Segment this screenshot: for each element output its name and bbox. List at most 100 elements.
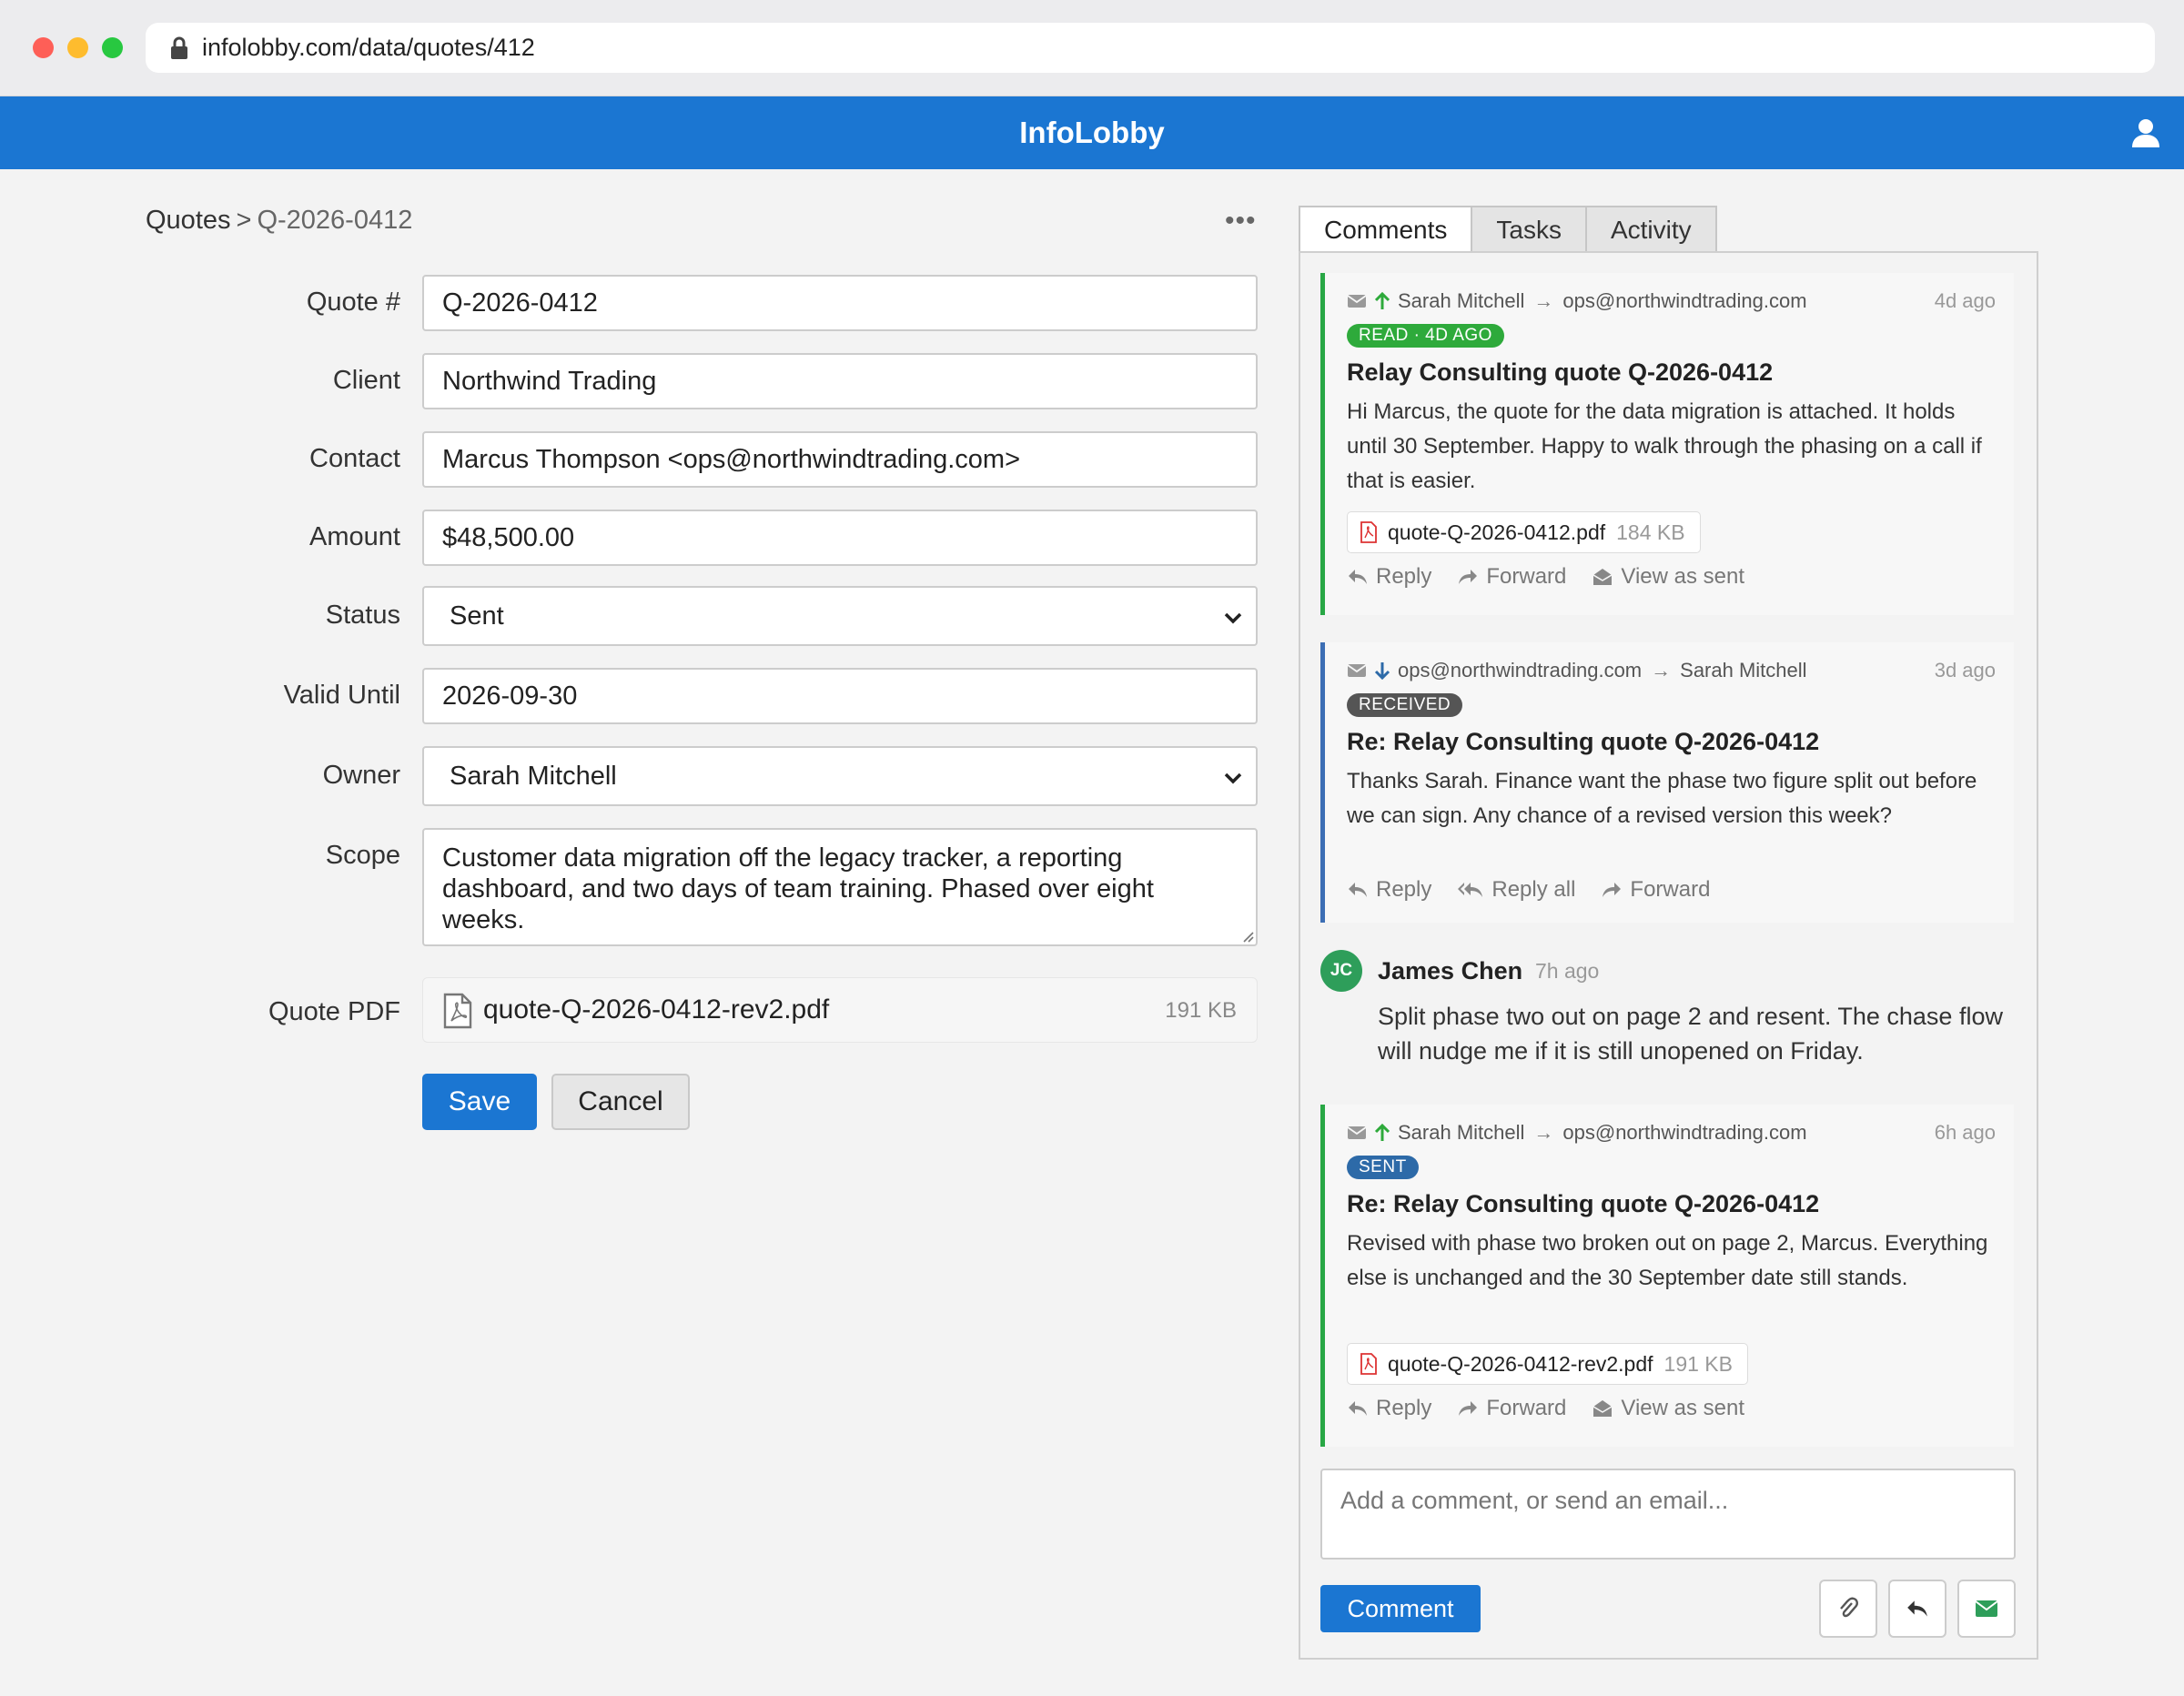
contact-row: Contact Marcus Thompson <ops@northwindtr… — [146, 431, 1258, 488]
app-title: InfoLobby — [1019, 116, 1165, 149]
email-attachment[interactable]: quote-Q-2026-0412.pdf 184 KB — [1347, 511, 1701, 553]
email-body: Thanks Sarah. Finance want the phase two… — [1347, 769, 1977, 828]
envelope-icon — [1347, 295, 1367, 308]
breadcrumb: Quotes > Q-2026-0412 — [146, 206, 412, 236]
email-card: ops@northwindtrading.com → Sarah Mitchel… — [1320, 642, 2014, 923]
email-from: ops@northwindtrading.com — [1398, 659, 1643, 681]
owner-select[interactable]: Sarah Mitchell — [422, 746, 1258, 806]
arrow-right-icon: → — [1533, 289, 1554, 312]
client-input[interactable]: Northwind Trading — [422, 353, 1258, 409]
scope-label: Scope — [325, 841, 400, 870]
reply-button[interactable]: Reply — [1347, 1396, 1431, 1421]
valid-until-label: Valid Until — [283, 681, 400, 710]
window-close-button[interactable] — [33, 37, 54, 58]
view-as-sent-button[interactable]: View as sent — [1592, 1396, 1744, 1421]
user-icon[interactable] — [2129, 116, 2162, 149]
reply-button[interactable]: Reply — [1347, 564, 1431, 590]
view-as-sent-button[interactable]: View as sent — [1592, 564, 1744, 590]
quote-pdf-label: Quote PDF — [268, 997, 400, 1026]
breadcrumb-separator: > — [236, 206, 252, 235]
quote-number-input[interactable]: Q-2026-0412 — [422, 275, 1258, 331]
paperclip-icon — [1840, 1597, 1858, 1618]
resize-grip-icon[interactable] — [1239, 928, 1254, 943]
amount-input[interactable]: $48,500.00 — [422, 510, 1258, 566]
app-header: InfoLobby — [0, 96, 2184, 169]
email-from: Sarah Mitchell — [1398, 289, 1525, 312]
tab-comments[interactable]: Comments — [1299, 206, 1473, 255]
owner-row: Owner Sarah Mitchell — [146, 746, 1258, 806]
page-content: Quotes > Q-2026-0412 ••• Quote # Q-2026-04… — [0, 169, 2184, 1696]
chevron-down-icon — [1224, 772, 1242, 784]
forward-button[interactable]: Forward — [1457, 1396, 1566, 1421]
pdf-file-icon — [1360, 521, 1377, 543]
envelope-icon — [1347, 1126, 1367, 1139]
owner-label: Owner — [322, 761, 400, 790]
forward-button[interactable]: Forward — [1457, 564, 1566, 590]
attach-button[interactable] — [1819, 1580, 1877, 1638]
scope-textarea[interactable]: Customer data migration off the legacy t… — [422, 828, 1258, 946]
attachment-name: quote-Q-2026-0412-rev2.pdf — [1388, 1351, 1653, 1376]
send-email-button[interactable] — [1957, 1580, 2016, 1638]
email-actions: Reply Forward View as sent — [1347, 1396, 1770, 1421]
arrow-right-icon: → — [1651, 659, 1672, 681]
valid-until-row: Valid Until 2026-09-30 — [146, 668, 1258, 724]
contact-input[interactable]: Marcus Thompson <ops@northwindtrading.co… — [422, 431, 1258, 488]
forward-icon — [1603, 883, 1622, 897]
chevron-down-icon — [1224, 612, 1242, 624]
quote-pdf-size: 191 KB — [1165, 998, 1237, 1023]
tab-activity[interactable]: Activity — [1584, 206, 1717, 253]
scope-row: Scope Customer data migration off the le… — [146, 828, 1258, 946]
forward-label: Forward — [1486, 1396, 1567, 1420]
comment-input[interactable]: Add a comment, or send an email... — [1320, 1469, 2016, 1560]
email-subject: Relay Consulting quote Q-2026-0412 — [1347, 358, 1774, 386]
arrow-down-icon — [1374, 662, 1390, 680]
forward-button[interactable]: Forward — [1601, 877, 1710, 903]
amount-row: Amount $48,500.00 — [146, 510, 1258, 566]
reply-all-button[interactable]: Reply all — [1457, 877, 1575, 903]
cancel-button[interactable]: Cancel — [551, 1074, 690, 1130]
email-card: Sarah Mitchell → ops@northwindtrading.co… — [1320, 1105, 2014, 1447]
email-actions: Reply Forward View as sent — [1347, 564, 1770, 590]
valid-until-input[interactable]: 2026-09-30 — [422, 668, 1258, 724]
status-label: Status — [325, 601, 400, 630]
email-body: Hi Marcus, the quote for the data migrat… — [1347, 399, 1982, 493]
client-row: Client Northwind Trading — [146, 353, 1258, 409]
window-maximize-button[interactable] — [102, 37, 123, 58]
email-to: ops@northwindtrading.com — [1562, 289, 1807, 312]
reply-icon — [1349, 883, 1367, 897]
email-subject: Re: Relay Consulting quote Q-2026-0412 — [1347, 1190, 1820, 1217]
status-select[interactable]: Sent — [422, 586, 1258, 646]
email-to: ops@northwindtrading.com — [1562, 1121, 1807, 1144]
quote-pdf-file[interactable]: quote-Q-2026-0412-rev2.pdf 191 KB — [422, 977, 1258, 1043]
breadcrumb-parent-link[interactable]: Quotes — [146, 206, 231, 235]
reply-all-label: Reply all — [1491, 877, 1576, 902]
breadcrumb-current: Q-2026-0412 — [257, 206, 413, 235]
address-bar[interactable]: infolobby.com/data/quotes/412 — [146, 23, 2155, 73]
tab-tasks[interactable]: Tasks — [1471, 206, 1587, 253]
reply-mode-button[interactable] — [1888, 1580, 1946, 1638]
reply-icon — [1907, 1600, 1927, 1617]
view-as-sent-label: View as sent — [1621, 564, 1745, 589]
status-badge: RECEIVED — [1347, 693, 1463, 717]
envelope-open-icon — [1592, 1400, 1613, 1417]
pdf-file-icon — [1360, 1353, 1377, 1375]
email-card: Sarah Mitchell → ops@northwindtrading.co… — [1320, 273, 2014, 615]
reply-icon — [1349, 570, 1367, 584]
save-button[interactable]: Save — [422, 1074, 537, 1130]
email-attachment[interactable]: quote-Q-2026-0412-rev2.pdf 191 KB — [1347, 1343, 1748, 1385]
more-options-icon[interactable]: ••• — [1225, 206, 1257, 237]
email-to: Sarah Mitchell — [1680, 659, 1807, 681]
quote-pdf-row: Quote PDF quote-Q-2026-0412-rev2.pdf 191… — [146, 977, 1258, 1043]
email-time: 6h ago — [1934, 1121, 1996, 1144]
client-label: Client — [332, 366, 400, 395]
envelope-icon — [1975, 1600, 1998, 1617]
attachment-size: 184 KB — [1616, 520, 1685, 544]
reply-button[interactable]: Reply — [1347, 877, 1431, 903]
window-minimize-button[interactable] — [67, 37, 88, 58]
quote-number-row: Quote # Q-2026-0412 — [146, 275, 1258, 331]
arrow-up-icon — [1374, 1124, 1390, 1141]
email-meta: Sarah Mitchell → ops@northwindtrading.co… — [1347, 1121, 1807, 1145]
contact-label: Contact — [309, 444, 400, 473]
forward-label: Forward — [1630, 877, 1711, 902]
comment-button[interactable]: Comment — [1320, 1585, 1481, 1632]
